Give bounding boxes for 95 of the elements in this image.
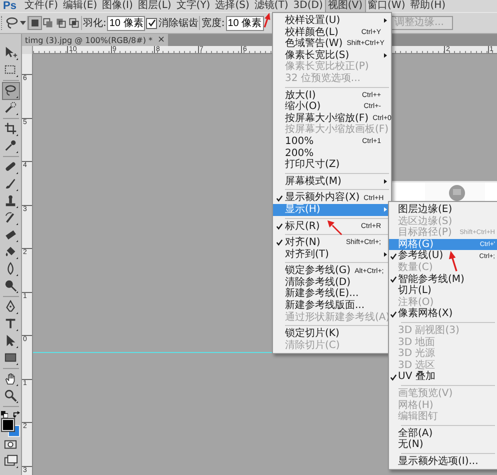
menu-item-label: 打印尺寸(Z) xyxy=(285,159,340,171)
menu-item-label: 屏幕模式(M) xyxy=(285,176,342,188)
menu-item-label: 注释(O) xyxy=(398,296,434,308)
menu-item-label: 图层边缘(E) xyxy=(398,204,452,216)
menu-item[interactable]: 新建参考线版面... xyxy=(273,300,391,312)
menu-item[interactable]: 无(N) xyxy=(389,439,497,451)
crop-icon[interactable] xyxy=(2,121,18,137)
document-tab[interactable]: timg (3).jpg @ 100%(RGB/8#) * × xyxy=(22,34,168,46)
selection-mode-icon[interactable] xyxy=(55,17,67,29)
menu-item-label: 3D 选区 xyxy=(398,360,436,371)
menu-item-label: 切片(L) xyxy=(398,285,432,296)
menu-item-label: UV 叠加 xyxy=(398,371,436,383)
close-button[interactable]: × xyxy=(158,34,166,46)
menu-item-label: 编辑图钉 xyxy=(398,411,438,423)
annotation-arrow xyxy=(448,250,460,272)
menu-item-label: 标尺(R) xyxy=(285,220,320,232)
menu-item-label: 按屏幕大小缩放(F) xyxy=(285,112,369,124)
menu-item-label: 网格(G) xyxy=(398,238,434,250)
menu-item[interactable]: 屏幕模式(M) xyxy=(273,176,391,188)
menu-item[interactable]: 打印尺寸(Z) xyxy=(273,159,391,171)
menu-item-label: 像素长宽比(S) xyxy=(285,50,350,61)
menu-item-label: 200% xyxy=(285,148,314,159)
menu-item-label: 新建参考线版面... xyxy=(285,300,365,312)
feather-label: 羽化: xyxy=(83,17,106,30)
app-logo: Ps xyxy=(3,0,16,12)
menu-item-label: 显示额外内容(X) xyxy=(285,192,360,204)
menu-item-label: 100% xyxy=(285,136,314,148)
menu-item-label: 32 位预览选项... xyxy=(285,72,360,85)
menu-item-label: 参考线(U) xyxy=(398,250,444,262)
menu-item-label: 3D 光源 xyxy=(398,348,436,360)
caret-icon[interactable] xyxy=(20,21,26,25)
menu-item-label: 缩小(O) xyxy=(285,101,321,112)
menu-item-label: 目标路径(P) xyxy=(398,227,452,238)
menu-item-label: 无(N) xyxy=(398,439,424,451)
menu-item[interactable]: 3D(D) xyxy=(291,0,325,12)
menu-item[interactable]: 像素网格(X) xyxy=(389,308,497,320)
menu-item-label: 清除参考线(D) xyxy=(285,276,351,288)
menu-item-label: 全部(A) xyxy=(398,428,433,439)
swap-arrow-icon[interactable] xyxy=(13,411,20,418)
menu-item-label: 像素长宽比校正(P) xyxy=(285,61,369,72)
menu-item-label: 对齐(N) xyxy=(285,237,320,248)
menu-item-label: 色域警告(W) xyxy=(285,38,343,50)
lasso-icon[interactable] xyxy=(5,16,19,30)
feather-field[interactable]: 10 像素 xyxy=(107,16,146,30)
menu-item[interactable]: 图像(I) xyxy=(100,0,135,12)
menu-item[interactable]: 选择(S) xyxy=(213,0,252,12)
width-label: 宽度: xyxy=(201,16,225,30)
menu-item[interactable]: 清除参考线(D) xyxy=(273,276,391,288)
menu-item[interactable]: 对齐到(T) xyxy=(273,248,391,260)
menu-item-label: 网格(H) xyxy=(398,400,434,410)
menu-item[interactable]: 图层边缘(E) xyxy=(389,204,497,216)
annotation-arrow xyxy=(263,12,271,28)
menu-item-label: 像素网格(X) xyxy=(398,308,453,320)
menu-item-label: 画笔预览(V) xyxy=(398,388,453,400)
menu-item[interactable]: 全部(A) xyxy=(389,428,497,440)
menu-item[interactable]: 切片(L) xyxy=(389,285,497,297)
menu-item-label: 3D 副视图(3) xyxy=(398,324,460,336)
foreground-color-swatch[interactable] xyxy=(2,419,14,431)
zoom-icon[interactable] xyxy=(2,388,18,404)
width-field[interactable]: 10 像素 xyxy=(226,16,264,30)
menu-item-label: 3D 地面 xyxy=(398,336,436,348)
menu-item[interactable]: 新建参考线(E)... xyxy=(273,288,391,300)
menu-item-label: 显示额外选项(I)... xyxy=(398,456,478,468)
menu-item-label: 清除切片(C) xyxy=(285,340,340,352)
menu-item[interactable]: 显示额外选项(I)... xyxy=(389,456,497,468)
menu-item[interactable]: UV 叠加 xyxy=(389,371,497,383)
checkbox-label: 消除锯齿 xyxy=(158,16,198,30)
menu-item-label: 锁定参考线(G) xyxy=(285,265,351,276)
menu-item-label: 锁定切片(K) xyxy=(285,328,340,340)
menu-item-label: 校样颜色(L) xyxy=(285,26,338,38)
menu-item[interactable]: 图层(L) xyxy=(136,0,174,12)
menu-item-label: 对齐到(T) xyxy=(285,248,329,260)
selection-mode-icon[interactable] xyxy=(29,17,41,29)
checkbox[interactable] xyxy=(146,18,158,28)
menu-item-label: 新建参考线(E)... xyxy=(285,288,359,300)
menu-item[interactable]: 编辑(E) xyxy=(61,0,100,12)
menu-item[interactable]: 滤镜(T) xyxy=(252,0,290,12)
menu-item[interactable]: 智能参考线(M) xyxy=(389,274,497,286)
lasso-icon[interactable] xyxy=(2,83,18,99)
selection-mode-icon[interactable] xyxy=(42,17,54,29)
menu-item-label: 智能参考线(M) xyxy=(398,274,464,285)
menu-item-label: 数量(C) xyxy=(398,262,433,274)
dodge-tool-icon[interactable] xyxy=(2,278,18,294)
menu-item-label: 放大(I) xyxy=(285,90,316,101)
menu-item[interactable]: 200% xyxy=(273,148,391,160)
annotation-arrow xyxy=(326,219,343,236)
menu-item[interactable]: 视图(V) xyxy=(326,0,365,12)
selection-mode-icon[interactable] xyxy=(68,17,80,29)
default-colors-icon[interactable] xyxy=(1,411,8,418)
menu-item[interactable]: 锁定切片(K) xyxy=(273,328,391,340)
menu-item-label: 显示(H) xyxy=(285,204,320,216)
menu-item-label: 选区边缘(S) xyxy=(398,216,452,227)
menu-item[interactable]: 帮助(H) xyxy=(408,0,448,12)
menu-item[interactable]: 像素长宽比(S) xyxy=(273,50,391,62)
menu-item-label: 校样设置(U) xyxy=(285,15,340,26)
